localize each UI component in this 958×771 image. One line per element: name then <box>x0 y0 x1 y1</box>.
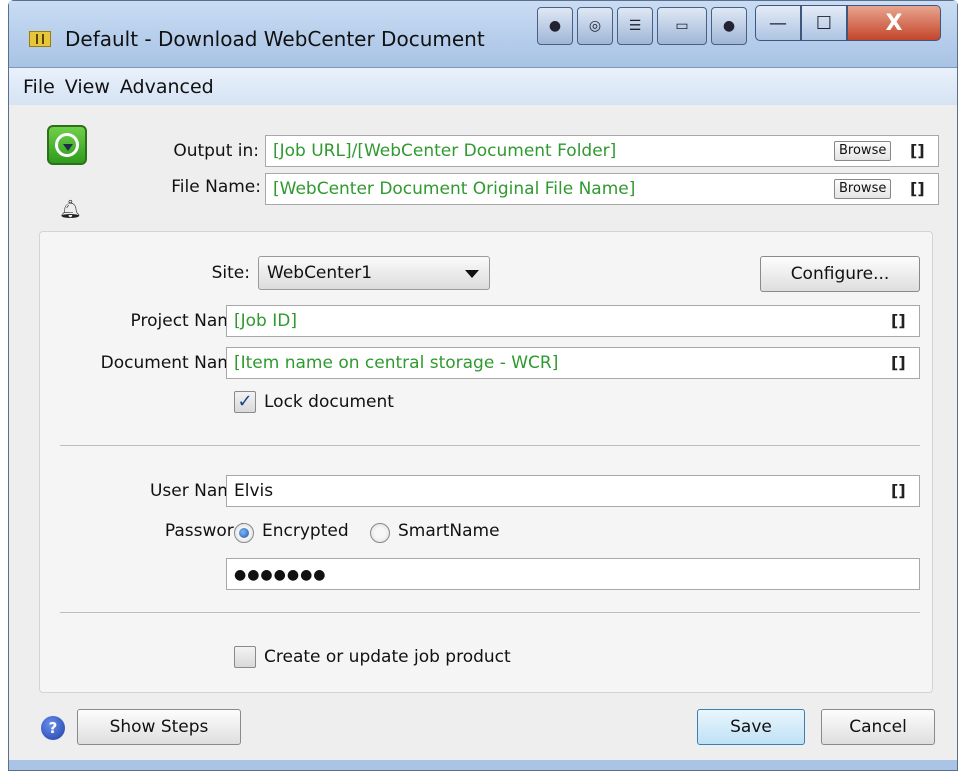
close-button[interactable]: X <box>847 5 941 41</box>
project-name-field[interactable]: [Job ID] [] <box>226 305 920 337</box>
password-label: Password: <box>164 521 250 541</box>
document-smartname-button[interactable]: [] <box>891 348 906 378</box>
password-smartname-radio[interactable] <box>370 523 390 543</box>
title-bar[interactable]: Default - Download WebCenter Document ● … <box>9 1 957 67</box>
lock-document-checkbox[interactable]: ✓ <box>234 391 256 413</box>
file-name-smartname-button[interactable]: [] <box>910 174 925 204</box>
download-step-icon[interactable] <box>47 125 87 165</box>
output-in-label: Output in: <box>173 141 259 161</box>
project-name-label: Project Name: <box>130 311 250 331</box>
configure-button[interactable]: Configure... <box>760 256 920 292</box>
dialog-content: 🔔︎ Output in: [Job URL]/[WebCenter Docum… <box>9 105 957 760</box>
project-smartname-button[interactable]: [] <box>891 306 906 336</box>
output-in-field[interactable]: [Job URL]/[WebCenter Document Folder] Br… <box>265 135 939 167</box>
site-select-value: WebCenter1 <box>267 263 373 283</box>
document-name-value: [Item name on central storage - WCR] <box>234 353 559 373</box>
help-icon[interactable]: ? <box>41 716 65 740</box>
save-button[interactable]: Save <box>697 709 805 745</box>
create-product-label: Create or update job product <box>264 647 511 667</box>
chevron-down-icon <box>465 270 479 278</box>
password-field[interactable]: ●●●●●●● <box>226 558 920 590</box>
password-encrypted-label: Encrypted <box>262 521 349 541</box>
minimize-button[interactable]: — <box>755 5 801 41</box>
download-arrow-icon <box>55 133 79 157</box>
user-smartname-button[interactable]: [] <box>891 476 906 506</box>
output-smartname-button[interactable]: [] <box>910 136 925 166</box>
view-icon-5[interactable]: ● <box>711 7 747 45</box>
user-name-field[interactable]: Elvis [] <box>226 475 920 507</box>
project-name-value: [Job ID] <box>234 311 297 331</box>
section-divider-2 <box>60 612 920 613</box>
menu-bar: File View Advanced <box>9 67 957 105</box>
show-steps-button[interactable]: Show Steps <box>77 709 241 745</box>
output-browse-button[interactable]: Browse <box>834 141 892 161</box>
lock-document-label: Lock document <box>264 392 394 412</box>
file-name-value: [WebCenter Document Original File Name] <box>273 179 636 199</box>
password-encrypted-radio[interactable] <box>234 523 254 543</box>
window-title: Default - Download WebCenter Document <box>65 27 485 51</box>
cancel-button[interactable]: Cancel <box>821 709 935 745</box>
password-smartname-label: SmartName <box>398 521 500 541</box>
menu-advanced[interactable]: Advanced <box>120 76 214 98</box>
section-divider <box>60 445 920 446</box>
file-name-browse-button[interactable]: Browse <box>834 179 892 199</box>
app-icon <box>29 31 51 47</box>
menu-view[interactable]: View <box>65 76 110 98</box>
site-label: Site: <box>211 263 250 283</box>
user-name-value: Elvis <box>234 481 274 501</box>
dialog-window: Default - Download WebCenter Document ● … <box>8 0 958 771</box>
document-name-field[interactable]: [Item name on central storage - WCR] [] <box>226 347 920 379</box>
maximize-button[interactable]: ☐ <box>801 5 847 41</box>
password-value: ●●●●●●● <box>234 567 327 583</box>
file-name-field[interactable]: [WebCenter Document Original File Name] … <box>265 173 939 205</box>
view-icon-3[interactable]: ☰ <box>617 7 653 45</box>
bell-icon[interactable]: 🔔︎ <box>59 199 82 220</box>
view-icon-2[interactable]: ◎ <box>577 7 613 45</box>
settings-panel: Site: WebCenter1 Configure... Project Na… <box>39 231 933 693</box>
view-icon-4[interactable]: ▭ <box>657 7 707 45</box>
window-controls: — ☐ X <box>755 5 941 41</box>
file-name-label: File Name: <box>171 177 261 197</box>
view-icon-1[interactable]: ● <box>537 7 573 45</box>
output-in-value: [Job URL]/[WebCenter Document Folder] <box>273 141 617 161</box>
document-name-label: Document Name: <box>100 353 250 373</box>
window-bottom-border <box>9 760 957 770</box>
create-product-checkbox[interactable] <box>234 646 256 668</box>
site-select[interactable]: WebCenter1 <box>258 256 490 290</box>
menu-file[interactable]: File <box>23 76 55 98</box>
user-name-label: User Name: <box>149 481 250 501</box>
title-toolbar: ● ◎ ☰ ▭ ● <box>537 7 747 45</box>
